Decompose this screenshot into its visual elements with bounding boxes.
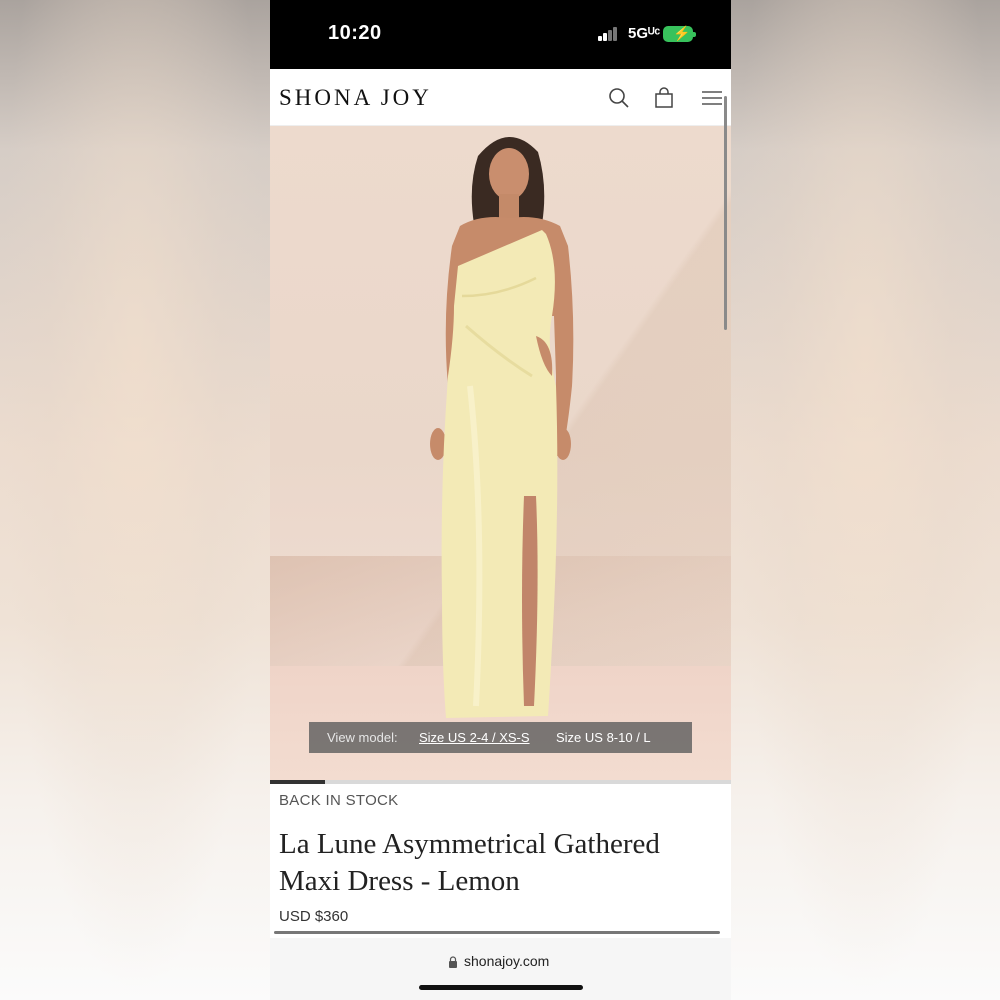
view-model-label: View model:	[327, 730, 398, 745]
product-price: USD $360	[279, 908, 349, 925]
browser-url-bar[interactable]: shonajoy.com	[270, 938, 731, 1000]
battery-charging-icon: ⚡	[663, 25, 696, 42]
home-indicator[interactable]	[419, 985, 583, 990]
model-size-option-selected[interactable]: Size US 2-4 / XS-S	[419, 730, 530, 745]
page-scrollbar[interactable]	[724, 96, 727, 330]
status-bar: 10:20 5Gᵁᶜ ⚡	[270, 0, 731, 69]
brand-logo[interactable]: SHONA JOY	[279, 85, 432, 111]
lock-icon	[448, 955, 458, 968]
stock-status: BACK IN STOCK	[279, 792, 399, 809]
image-carousel-progress	[270, 780, 326, 784]
model-size-option[interactable]: Size US 8-10 / L	[556, 730, 651, 745]
background-blur-right	[730, 0, 1000, 1000]
menu-icon[interactable]	[700, 86, 724, 110]
search-icon[interactable]	[607, 86, 631, 110]
phone-screen: 10:20 5Gᵁᶜ ⚡ SHONA JOY View model: Size …	[270, 0, 731, 1000]
status-time: 10:20	[328, 22, 382, 44]
section-divider	[274, 931, 720, 934]
url-text[interactable]: shonajoy.com	[464, 953, 549, 969]
bag-icon[interactable]	[652, 86, 676, 110]
view-model-bar: View model: Size US 2-4 / XS-S Size US 8…	[309, 722, 692, 753]
image-carousel-track[interactable]	[270, 780, 731, 784]
model-photo	[430, 136, 574, 718]
background-blur-left	[0, 0, 270, 1000]
site-header: SHONA JOY	[270, 69, 731, 126]
product-title: La Lune Asymmetrical Gathered Maxi Dress…	[279, 828, 660, 897]
signal-icon	[598, 27, 620, 41]
network-label: 5Gᵁᶜ	[628, 25, 661, 42]
product-image[interactable]: View model: Size US 2-4 / XS-S Size US 8…	[270, 126, 731, 780]
